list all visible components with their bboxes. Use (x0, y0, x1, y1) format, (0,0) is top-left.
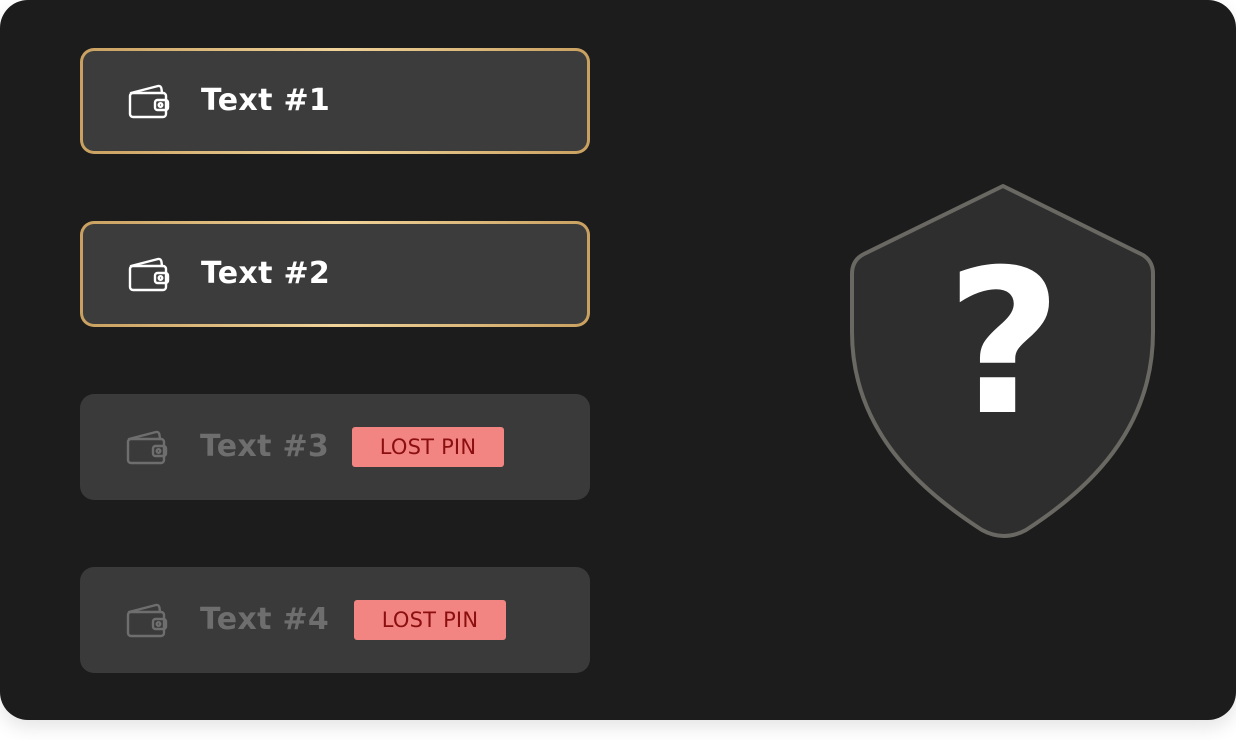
wallet-item-3[interactable]: Text #3 LOST PIN (80, 394, 590, 500)
lost-pin-badge: LOST PIN (354, 600, 506, 640)
wallet-label: Text #4 (200, 601, 330, 637)
wallet-icon (128, 256, 170, 292)
wallet-label: Text #3 (200, 428, 330, 464)
wallet-icon (126, 429, 168, 465)
wallet-icon (128, 83, 170, 119)
wallet-item-2[interactable]: Text #2 (80, 221, 590, 327)
main-panel: Text #1 Text #2 Text #3 LOST PIN Text #4… (0, 0, 1236, 720)
wallet-item-4[interactable]: Text #4 LOST PIN (80, 567, 590, 673)
wallet-list: Text #1 Text #2 Text #3 LOST PIN Text #4… (80, 48, 590, 740)
shield-question-icon: ? (848, 182, 1160, 540)
wallet-label: Text #2 (201, 255, 331, 291)
lost-pin-badge: LOST PIN (352, 427, 504, 467)
wallet-item-1[interactable]: Text #1 (80, 48, 590, 154)
wallet-label: Text #1 (201, 82, 331, 118)
wallet-icon (126, 602, 168, 638)
